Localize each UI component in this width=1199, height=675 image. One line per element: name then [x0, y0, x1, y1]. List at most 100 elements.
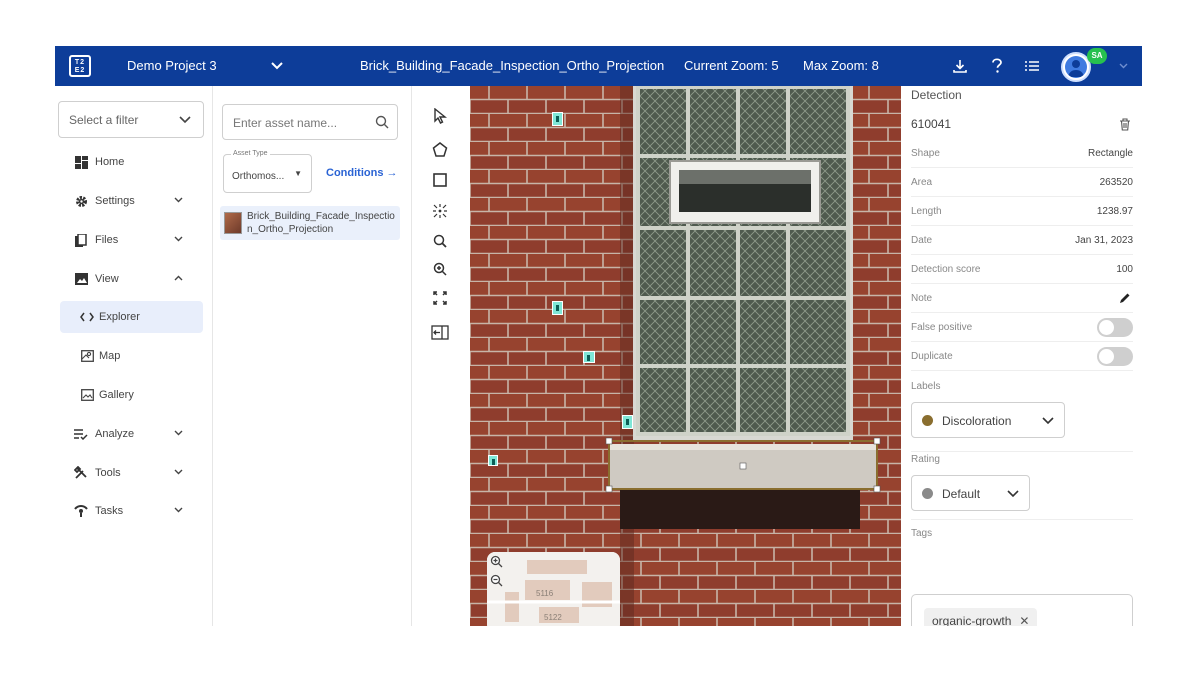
zoom-out-icon[interactable] — [430, 231, 450, 251]
detail-key: Detection score — [911, 264, 981, 275]
rectangle-tool-icon[interactable] — [430, 170, 450, 190]
drawing-toolbar — [412, 86, 470, 626]
sidebar-item-settings[interactable]: Settings — [60, 185, 203, 217]
sidebar-item-view[interactable]: View — [60, 263, 203, 295]
detection-marker[interactable] — [622, 415, 633, 429]
detail-value: 1238.97 — [1096, 206, 1133, 217]
asset-name: Brick_Building_Facade_Inspection_Ortho_P… — [247, 211, 395, 235]
detail-key: Area — [911, 177, 933, 188]
files-icon — [74, 233, 88, 247]
detail-row-detection-score: Detection score 100 — [911, 255, 1133, 284]
detection-marker[interactable] — [583, 351, 595, 363]
sidebar-item-label: Tools — [95, 467, 121, 479]
divider — [911, 519, 1133, 520]
user-menu-chevron-down-icon[interactable] — [1113, 56, 1133, 76]
asset-type-label: Asset Type — [231, 150, 270, 157]
divider — [911, 451, 1133, 452]
current-zoom: Current Zoom: 5 — [684, 58, 779, 73]
sidebar-item-label: Map — [99, 350, 121, 362]
sidebar-item-label: Tasks — [95, 505, 124, 517]
project-name[interactable]: Demo Project 3 — [127, 58, 217, 73]
sidebar-item-tasks[interactable]: Tasks — [60, 495, 203, 527]
asset-title: Brick_Building_Facade_Inspection_Ortho_P… — [360, 58, 665, 73]
asset-list-item[interactable]: Brick_Building_Facade_Inspection_Ortho_P… — [220, 206, 400, 240]
sidebar-item-label: Settings — [95, 195, 135, 207]
zoom-in-icon[interactable] — [430, 259, 450, 279]
sidebar-item-analyze[interactable]: Analyze — [60, 418, 203, 450]
sidebar-item-map[interactable]: Map — [60, 340, 203, 372]
fit-screen-icon[interactable] — [430, 288, 450, 308]
sidebar-item-home[interactable]: Home — [60, 146, 203, 178]
detail-row-note: Note — [911, 284, 1133, 313]
project-chevron-down-icon[interactable] — [267, 56, 287, 76]
sidebar-item-files[interactable]: Files — [60, 224, 203, 256]
detail-key: Length — [911, 206, 942, 217]
max-zoom: Max Zoom: 8 — [803, 58, 879, 73]
sidebar-item-tools[interactable]: Tools — [60, 457, 203, 489]
details-title: Detection — [911, 88, 962, 102]
download-icon[interactable] — [950, 56, 970, 76]
chevron-down-icon — [1042, 414, 1054, 428]
user-initials-badge: SA — [1087, 48, 1107, 64]
detail-row-area: Area 263520 — [911, 168, 1133, 197]
label-color-dot — [922, 415, 933, 426]
tag-chip[interactable]: organic-growth ✕ — [924, 608, 1038, 626]
chevron-down-icon — [174, 233, 183, 245]
tag-label: organic-growth — [932, 614, 1012, 626]
detail-row-shape: Shape Rectangle — [911, 139, 1133, 168]
minimap-zoom-out-icon[interactable] — [490, 574, 503, 592]
edit-note-pencil-icon[interactable] — [1119, 292, 1131, 307]
detail-row-date: Date Jan 31, 2023 — [911, 226, 1133, 255]
chevron-down-icon — [174, 427, 183, 439]
trash-icon[interactable] — [1119, 118, 1131, 136]
sidebar-item-label: Gallery — [99, 389, 134, 401]
detection-marker[interactable] — [488, 455, 498, 466]
caret-down-icon: ▼ — [294, 169, 302, 178]
detail-value: Jan 31, 2023 — [1075, 235, 1133, 246]
rating-select[interactable]: Default — [911, 475, 1030, 511]
detection-marker[interactable] — [552, 112, 563, 126]
analyze-icon — [74, 427, 88, 441]
asset-type-select[interactable]: Asset Type Orthomos... ▼ — [223, 150, 312, 193]
asset-type-value: Orthomos... — [232, 171, 285, 182]
magic-wand-icon[interactable] — [430, 201, 450, 221]
tasks-icon — [74, 504, 88, 518]
polygon-tool-icon[interactable] — [430, 139, 450, 159]
search-icon — [375, 115, 389, 132]
asset-search-input[interactable]: Enter asset name... — [222, 104, 398, 140]
false-positive-toggle[interactable] — [1097, 318, 1133, 337]
help-icon[interactable] — [987, 56, 1007, 76]
gallery-icon — [80, 388, 94, 402]
select-tool-icon[interactable] — [430, 106, 450, 126]
label-select[interactable]: Discoloration — [911, 402, 1065, 438]
detail-key: Date — [911, 235, 933, 246]
map-icon — [80, 349, 94, 363]
remove-tag-close-icon[interactable]: ✕ — [1019, 614, 1029, 626]
sidebar-item-label: Files — [95, 234, 119, 246]
sidebar-item-explorer[interactable]: Explorer — [60, 301, 203, 333]
detail-row-duplicate: Duplicate — [911, 342, 1133, 371]
sidebar-item-label: Explorer — [99, 311, 140, 323]
sidebar-item-label: Home — [95, 156, 125, 168]
collapse-panel-icon[interactable] — [430, 322, 450, 342]
app-logo[interactable]: T2 E2 — [69, 55, 91, 77]
sidebar-item-gallery[interactable]: Gallery — [60, 379, 203, 411]
label-value: Discoloration — [942, 414, 1012, 428]
chevron-down-icon — [179, 113, 191, 127]
minimap[interactable]: 5116 5122 — [487, 552, 620, 626]
conditions-link[interactable]: Conditions → — [326, 167, 398, 179]
list-icon[interactable] — [1022, 56, 1042, 76]
chevron-down-icon — [174, 194, 183, 206]
chevron-down-icon — [174, 466, 183, 478]
filter-select[interactable]: Select a filter — [58, 101, 204, 138]
orthophoto-canvas[interactable]: 5116 5122 — [470, 86, 901, 626]
tags-input[interactable]: organic-growth ✕ — [911, 594, 1133, 626]
filter-placeholder: Select a filter — [69, 113, 139, 127]
detection-details-panel: Detection 610041 Shape Rectangle Area 26… — [901, 86, 1142, 626]
minimap-label: 5116 — [536, 589, 554, 598]
labels-title: Labels — [911, 381, 941, 392]
duplicate-toggle[interactable] — [1097, 347, 1133, 366]
chevron-up-icon — [174, 272, 183, 284]
minimap-zoom-in-icon[interactable] — [490, 555, 503, 573]
detection-marker[interactable] — [552, 301, 563, 315]
